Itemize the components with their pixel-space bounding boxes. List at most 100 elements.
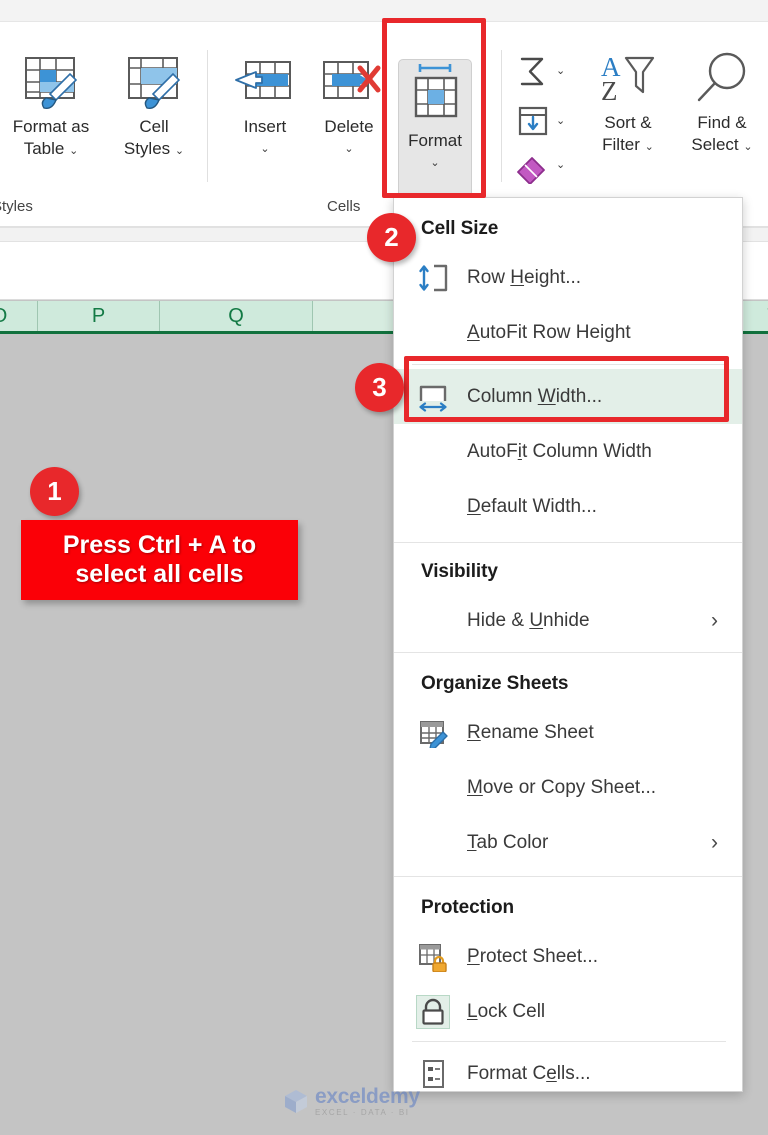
column-header-P[interactable]: P (38, 301, 160, 331)
menu-section-title-protection: Protection (421, 897, 514, 918)
menu-item-label: Column Width... (467, 385, 603, 407)
autosum-button[interactable]: ⌄ (512, 54, 565, 90)
screenshot-root: O P Q T (0, 0, 768, 1135)
annotation-badge-3: 3 (355, 363, 404, 412)
delete-label: Delete (324, 117, 374, 136)
chevron-down-icon[interactable]: ⌄ (556, 116, 565, 127)
delete-button[interactable]: Delete ⌄ (306, 50, 392, 155)
protect-sheet-icon (416, 940, 450, 974)
chevron-down-icon[interactable]: ⌄ (645, 141, 654, 153)
insert-label: Insert (243, 117, 287, 136)
chevron-right-icon: › (711, 608, 718, 632)
fill-button[interactable]: ⌄ (512, 104, 565, 140)
annotation-callout-text: Press Ctrl + A to select all cells (53, 531, 266, 590)
annotation-badge-1: 1 (30, 467, 79, 516)
menu-item-autofit-column-width[interactable]: AutoFit Column Width (394, 424, 742, 479)
menu-item-tab-color[interactable]: Tab Color › (394, 815, 742, 870)
insert-button[interactable]: Insert ⌄ (222, 50, 308, 155)
menu-section-title-cell-size: Cell Size (421, 218, 499, 239)
cell-styles-icon (121, 50, 187, 116)
cell-styles-label-line1: Cell (139, 117, 169, 136)
menu-section-divider (394, 876, 742, 877)
cell-styles-label-line2: Styles ⌄ (123, 138, 185, 158)
menu-item-label: AutoFit Row Height (467, 321, 631, 343)
column-width-icon (416, 380, 450, 414)
column-header-label: O (0, 305, 7, 328)
chevron-right-icon: › (711, 830, 718, 854)
chevron-down-icon[interactable]: ⌄ (430, 157, 439, 169)
group-divider-cells (501, 50, 502, 182)
sort-and-filter-button[interactable]: A Z Sort & Filter ⌄ (580, 50, 676, 156)
ribbon-group-label-styles: Styles (0, 198, 33, 215)
menu-item-hide-and-unhide[interactable]: Hide & Unhide › (394, 593, 742, 648)
column-header-Q[interactable]: Q (160, 301, 313, 331)
group-divider-styles (207, 50, 208, 182)
clear-button[interactable]: ⌄ (512, 150, 565, 184)
sort-and-filter-label-line2: Filter ⌄ (602, 134, 654, 154)
chevron-down-icon[interactable]: ⌄ (556, 66, 565, 77)
chevron-down-icon[interactable]: ⌄ (260, 143, 269, 155)
find-and-select-button[interactable]: Find & Select ⌄ (672, 50, 768, 156)
menu-divider (412, 364, 726, 365)
chevron-down-icon[interactable]: ⌄ (175, 145, 184, 157)
menu-item-label: Row Height... (467, 266, 582, 288)
lock-cell-icon (416, 994, 450, 1029)
menu-item-label: Default Width... (467, 495, 597, 517)
column-header-label: P (91, 304, 106, 327)
format-as-table-button[interactable]: Format as Table ⌄ (0, 50, 106, 160)
callout-line-2: select all cells (75, 560, 244, 588)
cell-styles-button[interactable]: Cell Styles ⌄ (104, 50, 204, 160)
menu-item-column-width[interactable]: Column Width... (394, 369, 742, 424)
ribbon-top-strip (0, 0, 768, 22)
svg-text:Z: Z (601, 76, 618, 106)
menu-item-default-width[interactable]: Default Width... (394, 479, 742, 534)
clear-eraser-icon (512, 150, 552, 184)
menu-item-label: Tab Color (467, 831, 549, 853)
format-label: Format (408, 131, 462, 150)
menu-item-autofit-row-height[interactable]: AutoFit Row Height (394, 305, 742, 360)
menu-item-label: AutoFit Column Width (467, 440, 652, 462)
find-and-select-label-line2: Select ⌄ (691, 134, 753, 154)
format-cells-size-icon (404, 60, 466, 130)
rename-sheet-icon (416, 716, 450, 750)
menu-item-row-height[interactable]: Row Height... (394, 250, 742, 305)
chevron-down-icon[interactable]: ⌄ (69, 145, 78, 157)
format-button[interactable]: Format ⌄ (398, 60, 472, 169)
menu-item-protect-sheet[interactable]: Protect Sheet... (394, 929, 742, 984)
chevron-down-icon[interactable]: ⌄ (344, 143, 353, 155)
format-as-table-label-line2: Table ⌄ (23, 138, 79, 158)
format-as-table-icon (18, 50, 84, 116)
chevron-down-icon[interactable]: ⌄ (743, 141, 752, 153)
watermark-sub: EXCEL · DATA · BI (315, 1107, 410, 1117)
watermark: exceldemy EXCEL · DATA · BI (283, 1084, 458, 1118)
insert-cells-icon (232, 50, 298, 116)
find-magnifier-icon (689, 50, 755, 112)
exceldemy-logo-icon (283, 1088, 309, 1114)
menu-item-label: Hide & Unhide (467, 609, 590, 631)
menu-item-move-or-copy-sheet[interactable]: Move or Copy Sheet... (394, 760, 742, 815)
format-as-table-label-line1: Format as (12, 117, 90, 136)
find-and-select-label-line1: Find & (697, 113, 747, 132)
ribbon: Format as Table ⌄ Cell Styles ⌄ tyles In… (0, 0, 768, 228)
autosum-icon (512, 54, 552, 90)
sort-filter-icon: A Z (595, 50, 661, 112)
delete-cells-icon (316, 50, 382, 116)
chevron-down-icon[interactable]: ⌄ (556, 160, 565, 171)
menu-section-title-visibility: Visibility (421, 561, 498, 582)
format-dropdown-menu: Cell Size Row Height... AutoFit Row Heig… (393, 197, 743, 1092)
watermark-main: exceldemy (315, 1084, 420, 1108)
menu-divider (412, 1041, 726, 1042)
annotation-badge-2: 2 (367, 213, 416, 262)
menu-item-label: Protect Sheet... (467, 945, 598, 967)
menu-item-lock-cell[interactable]: Lock Cell (394, 984, 742, 1039)
menu-item-label: Move or Copy Sheet... (467, 776, 657, 798)
column-header-O[interactable]: O (0, 301, 38, 331)
menu-item-label: Rename Sheet (467, 721, 594, 743)
column-header-label: Q (228, 304, 244, 327)
watermark-texts: exceldemy EXCEL · DATA · BI (315, 1086, 420, 1117)
menu-item-rename-sheet[interactable]: Rename Sheet (394, 705, 742, 760)
column-header-T[interactable]: T (744, 301, 768, 331)
sort-and-filter-label-line1: Sort & (604, 113, 652, 132)
menu-item-label: Format Cells... (467, 1062, 591, 1084)
menu-item-label: Lock Cell (467, 1000, 546, 1022)
